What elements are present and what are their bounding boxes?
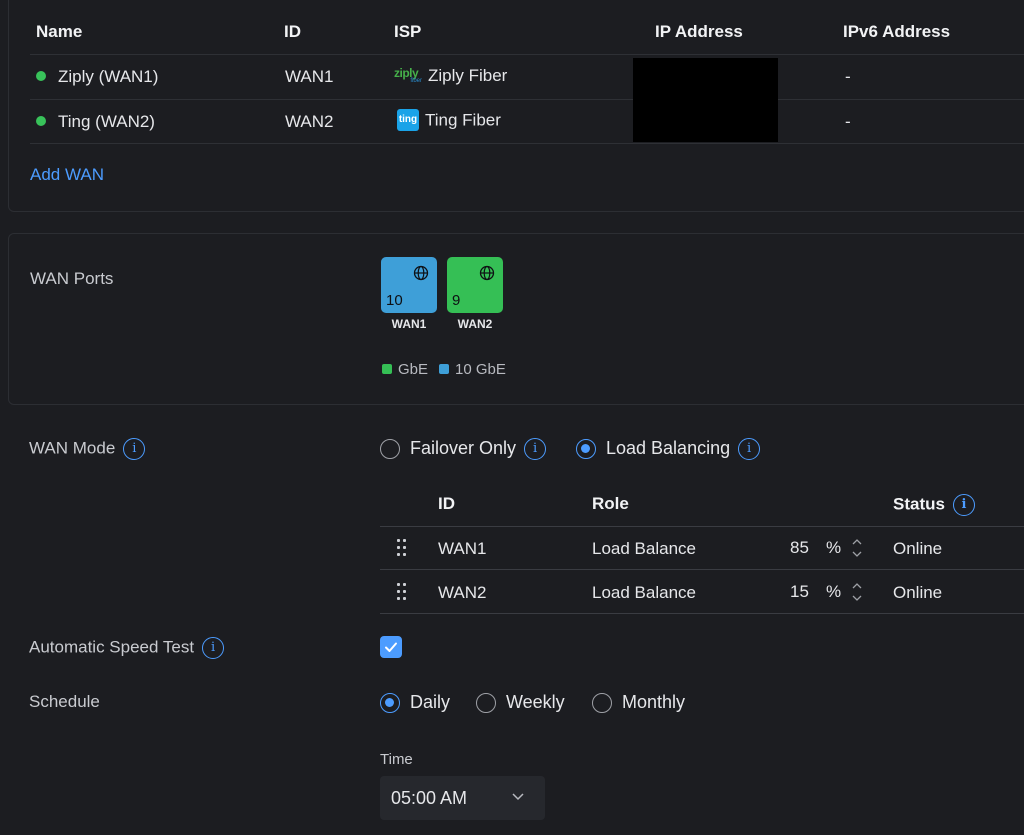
status-online-dot [36, 116, 46, 126]
wan-id: WAN1 [285, 67, 334, 86]
time-label: Time [380, 751, 413, 768]
column-header-role[interactable]: Role [592, 494, 629, 514]
speed-test-checkbox[interactable] [380, 636, 402, 658]
table-divider [30, 99, 1024, 100]
isp-cell: ziply fiber Ziply Fiber [394, 66, 507, 87]
status-online-dot [36, 71, 46, 81]
info-icon[interactable]: i [524, 438, 547, 461]
weight-value-input[interactable]: 15 [790, 582, 809, 602]
wan-id: WAN1 [438, 539, 487, 558]
radio-daily[interactable]: Daily [380, 692, 450, 714]
ip-address-redacted [633, 58, 778, 142]
column-header-id[interactable]: ID [438, 494, 455, 514]
info-icon[interactable]: i [738, 438, 761, 461]
column-header-ip-address[interactable]: IP Address [655, 22, 743, 42]
wan-id: WAN2 [285, 112, 334, 131]
wan-mode-row: WAN Mode i [29, 438, 146, 460]
port-label: WAN2 [457, 317, 493, 331]
radio-failover-only[interactable]: Failover Only i [380, 438, 547, 461]
ziply-logo-icon: ziply fiber [394, 65, 422, 84]
checkmark-icon [385, 642, 397, 652]
radio-button[interactable] [476, 693, 496, 714]
radio-load-balancing[interactable]: Load Balancing i [576, 438, 761, 461]
table-row-wan1-name[interactable]: Ziply (WAN1) [36, 67, 158, 87]
column-header-status[interactable]: Status i [893, 494, 975, 516]
table-row-wan2-name[interactable]: Ting (WAN2) [36, 112, 155, 132]
radio-monthly[interactable]: Monthly [592, 692, 685, 714]
wan-ports-card [8, 233, 1024, 405]
isp-name: Ziply Fiber [428, 66, 508, 85]
isp-cell: ting Ting Fiber [397, 109, 501, 132]
column-header-id[interactable]: ID [284, 22, 301, 42]
ipv6-address: - [845, 67, 851, 86]
isp-name: Ting Fiber [425, 110, 501, 130]
radio-button[interactable] [380, 439, 400, 460]
table-divider [380, 569, 1024, 570]
wan-role: Load Balance [592, 539, 696, 558]
port-number: 10 [386, 292, 403, 309]
table-divider [30, 54, 1024, 55]
legend-gbe: GbE [382, 361, 428, 378]
radio-weekly[interactable]: Weekly [476, 692, 565, 714]
wan-status: Online [893, 583, 943, 602]
wan-name: Ziply (WAN1) [58, 67, 159, 86]
port-label: WAN1 [391, 317, 427, 331]
info-icon[interactable]: i [202, 637, 225, 659]
wan-status: Online [893, 539, 943, 558]
globe-icon [479, 265, 495, 281]
wan-id: WAN2 [438, 583, 487, 602]
legend-10gbe: 10 GbE [439, 361, 506, 378]
table-divider [380, 613, 1024, 614]
speed-test-row: Automatic Speed Test i [29, 637, 225, 659]
wan-name: Ting (WAN2) [58, 112, 155, 131]
port-9-wan2[interactable]: 9 [447, 257, 503, 313]
stepper-arrows-icon[interactable] [851, 537, 863, 559]
percent-unit: % [826, 538, 842, 557]
speed-test-label: Automatic Speed Test [29, 637, 195, 657]
column-header-name[interactable]: Name [36, 22, 82, 42]
drag-handle-icon[interactable] [397, 539, 407, 557]
radio-button-selected[interactable] [576, 439, 596, 460]
globe-icon [413, 265, 429, 281]
schedule-label: Schedule [29, 692, 100, 711]
info-icon[interactable]: i [123, 438, 146, 460]
port-number: 9 [452, 292, 461, 309]
legend-swatch [439, 364, 449, 374]
wan-mode-label: WAN Mode [29, 438, 116, 458]
stepper-arrows-icon[interactable] [851, 581, 863, 603]
column-header-isp[interactable]: ISP [394, 22, 421, 42]
percent-unit: % [826, 582, 842, 601]
radio-button[interactable] [592, 693, 612, 714]
time-select[interactable]: 05:00 AM [380, 776, 545, 820]
port-10-wan1[interactable]: 10 [381, 257, 437, 313]
column-header-ipv6-address[interactable]: IPv6 Address [843, 22, 950, 42]
drag-handle-icon[interactable] [397, 583, 407, 601]
weight-value-input[interactable]: 85 [790, 538, 809, 558]
info-icon[interactable]: i [952, 494, 975, 516]
legend-swatch [382, 364, 392, 374]
time-select-value: 05:00 AM [391, 788, 468, 808]
add-wan-link[interactable]: Add WAN [30, 165, 104, 185]
wan-role: Load Balance [592, 583, 696, 602]
table-divider [30, 143, 1024, 144]
wan-ports-label: WAN Ports [30, 269, 114, 288]
ting-logo-icon: ting [397, 109, 419, 131]
chevron-down-icon [512, 793, 524, 801]
table-divider [380, 526, 1024, 527]
ipv6-address: - [845, 112, 851, 131]
radio-button-selected[interactable] [380, 693, 400, 714]
